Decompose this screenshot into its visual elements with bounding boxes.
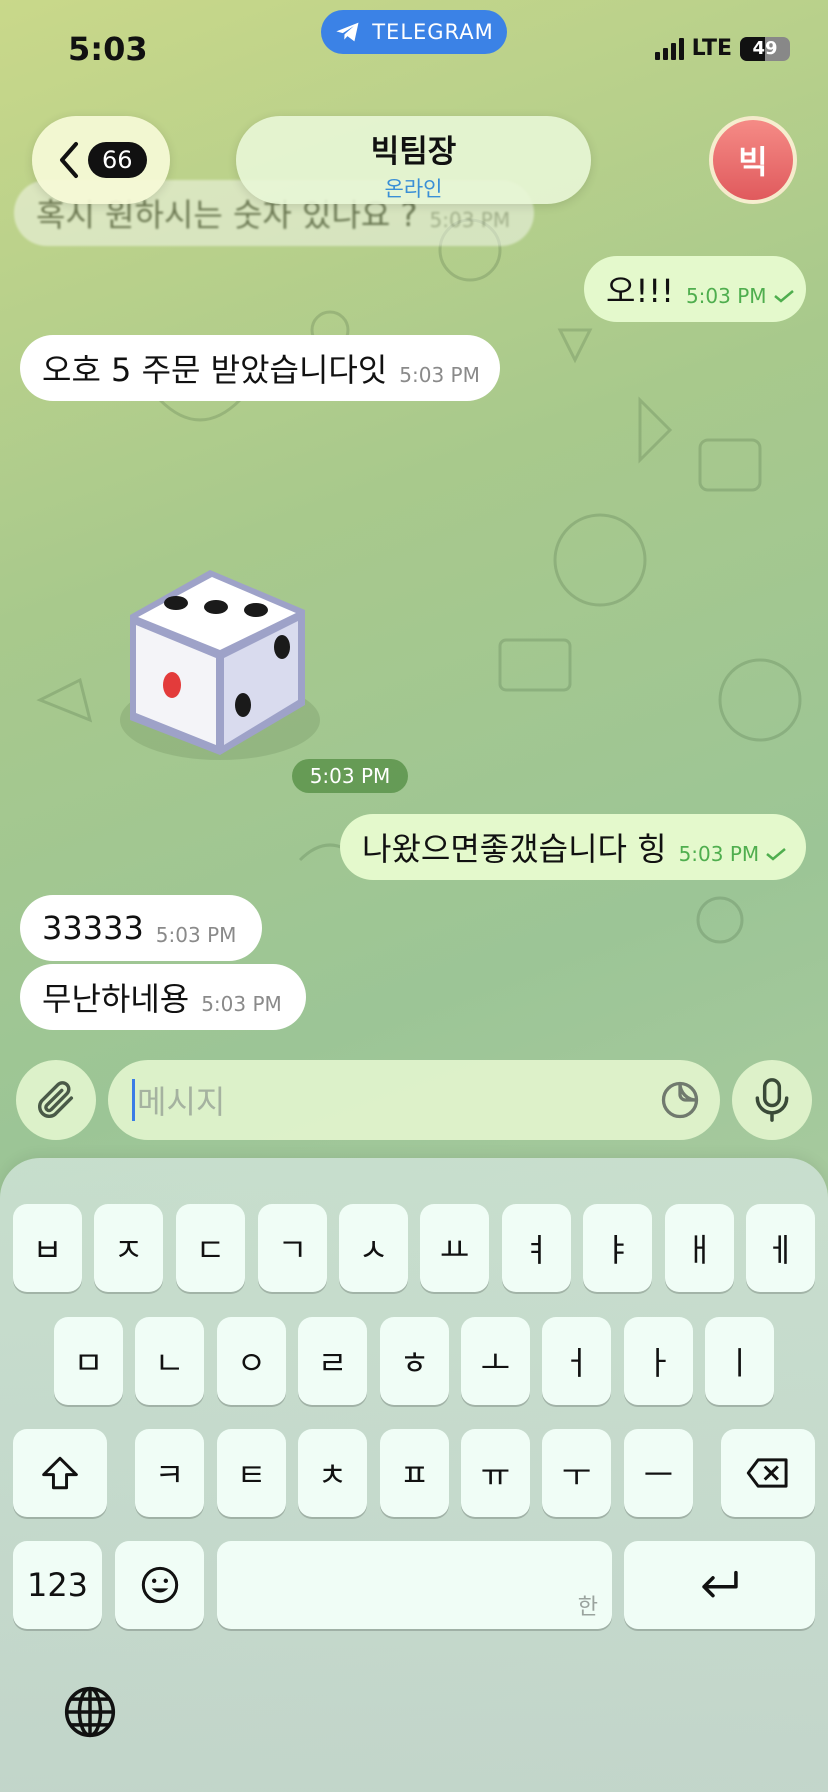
- shift-key[interactable]: [13, 1429, 107, 1517]
- microphone-icon: [755, 1078, 789, 1122]
- key[interactable]: ㄷ: [176, 1204, 245, 1292]
- shift-icon: [42, 1456, 78, 1490]
- message-incoming[interactable]: 무난하네용 5:03 PM: [20, 964, 306, 1030]
- microphone-button[interactable]: [732, 1060, 812, 1140]
- message-time: 5:03 PM: [399, 363, 480, 387]
- message-text: 오호 5 주문 받았습니다잇: [42, 351, 388, 389]
- avatar-initial: 빅: [738, 143, 768, 181]
- dice-time: 5:03 PM: [292, 759, 408, 793]
- key[interactable]: ㅠ: [461, 1429, 530, 1517]
- dice-sticker[interactable]: [110, 555, 330, 775]
- globe-icon[interactable]: [62, 1684, 118, 1740]
- key[interactable]: ㅁ: [54, 1317, 123, 1405]
- message-time: 5:03 PM: [678, 842, 760, 866]
- key[interactable]: ㅊ: [298, 1429, 367, 1517]
- network-label: LTE: [691, 36, 732, 61]
- return-icon: [701, 1570, 738, 1598]
- key[interactable]: ㅋ: [135, 1429, 204, 1517]
- space-language-hint: 한: [577, 1595, 598, 1620]
- message-outgoing[interactable]: 오!!! 5:03 PM: [584, 256, 806, 322]
- unread-count-badge: 66: [88, 142, 147, 178]
- message-incoming[interactable]: 33333 5:03 PM: [20, 895, 262, 961]
- message-text: 나왔으면좋갰습니다 힝: [362, 830, 667, 868]
- telegram-icon: [336, 22, 359, 42]
- key[interactable]: ㅗ: [461, 1317, 530, 1405]
- key[interactable]: ㅡ: [624, 1429, 693, 1517]
- key[interactable]: ㅛ: [420, 1204, 489, 1292]
- message-placeholder: 메시지: [137, 1083, 226, 1121]
- delete-key[interactable]: [721, 1429, 815, 1517]
- message-input[interactable]: 메시지: [108, 1060, 720, 1140]
- message-text: 33333: [42, 909, 144, 947]
- key[interactable]: ㄱ: [258, 1204, 327, 1292]
- key[interactable]: ㅌ: [217, 1429, 286, 1517]
- status-bar: 5:03 TELEGRAM LTE 49: [0, 0, 828, 100]
- avatar[interactable]: 빅: [709, 116, 797, 204]
- emoji-key[interactable]: [115, 1541, 204, 1629]
- key[interactable]: ㅣ: [705, 1317, 774, 1405]
- message-incoming[interactable]: 오호 5 주문 받았습니다잇 5:03 PM: [20, 335, 500, 401]
- emoji-icon: [141, 1566, 178, 1604]
- key[interactable]: ㅐ: [665, 1204, 734, 1292]
- message-time: 5:03 PM: [155, 923, 237, 947]
- key[interactable]: ㅇ: [217, 1317, 286, 1405]
- key[interactable]: ㄴ: [135, 1317, 204, 1405]
- numbers-key[interactable]: 123: [13, 1541, 102, 1629]
- chevron-left-icon: [60, 142, 78, 178]
- message-time: 5:03 PM: [685, 284, 767, 308]
- key[interactable]: ㅕ: [502, 1204, 571, 1292]
- chat-title-pill[interactable]: 빅팀장 온라인: [236, 116, 591, 204]
- check-icon: [766, 848, 786, 861]
- attach-button[interactable]: [16, 1060, 96, 1140]
- message-time: 5:03 PM: [429, 208, 511, 232]
- key[interactable]: ㅑ: [583, 1204, 652, 1292]
- message-time: 5:03 PM: [201, 992, 282, 1016]
- sticker-icon[interactable]: [658, 1078, 702, 1122]
- back-button[interactable]: 66: [32, 116, 170, 204]
- telegram-pill-label: TELEGRAM: [372, 20, 494, 44]
- clock: 5:03: [68, 30, 148, 68]
- message-text: 오!!!: [606, 272, 674, 310]
- check-icon: [773, 290, 794, 303]
- chat-status: 온라인: [384, 177, 443, 201]
- battery-icon: 49: [740, 36, 790, 61]
- status-indicators: LTE 49: [654, 36, 790, 61]
- telegram-pill[interactable]: TELEGRAM: [321, 10, 507, 54]
- battery-level: 49: [752, 38, 778, 59]
- key[interactable]: ㅏ: [624, 1317, 693, 1405]
- key[interactable]: ㅎ: [380, 1317, 449, 1405]
- key[interactable]: ㅔ: [746, 1204, 815, 1292]
- text-cursor: [132, 1079, 135, 1121]
- key[interactable]: ㅓ: [542, 1317, 611, 1405]
- key[interactable]: ㅈ: [94, 1204, 163, 1292]
- chat-name: 빅팀장: [370, 134, 457, 170]
- key[interactable]: ㅜ: [542, 1429, 611, 1517]
- paperclip-icon: [38, 1081, 74, 1118]
- backspace-icon: [746, 1458, 788, 1488]
- space-key[interactable]: 한: [217, 1541, 612, 1629]
- signal-icon: [654, 37, 684, 60]
- key[interactable]: ㅅ: [339, 1204, 408, 1292]
- key[interactable]: ㄹ: [298, 1317, 367, 1405]
- message-text: 무난하네용: [42, 980, 190, 1018]
- message-outgoing[interactable]: 나왔으면좋갰습니다 힝 5:03 PM: [340, 814, 806, 880]
- return-key[interactable]: [624, 1541, 815, 1629]
- key[interactable]: ㅂ: [13, 1204, 82, 1292]
- key[interactable]: ㅍ: [380, 1429, 449, 1517]
